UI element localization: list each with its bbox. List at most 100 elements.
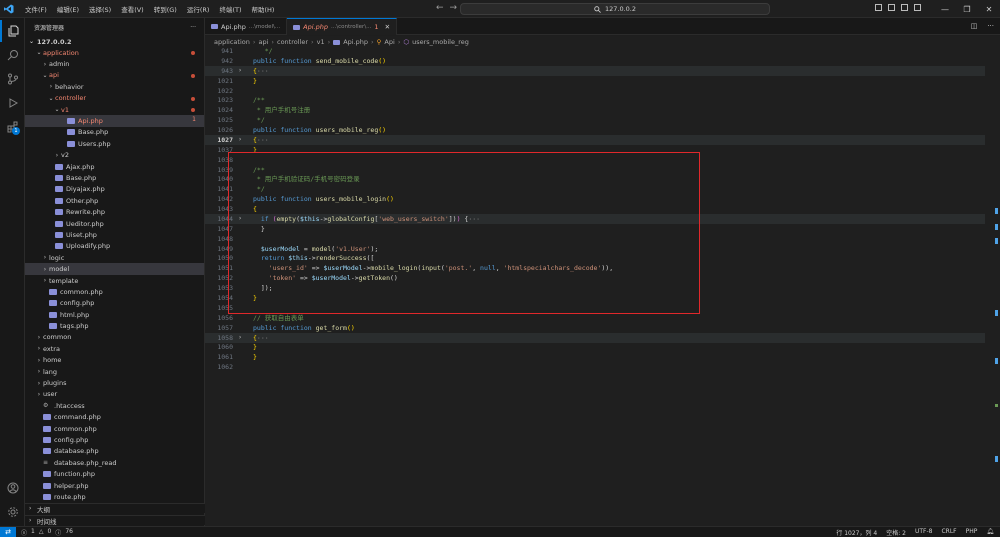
source-control-icon[interactable]	[0, 68, 25, 90]
close-icon[interactable]: ✕	[385, 23, 390, 31]
code-line[interactable]: 1054}	[205, 293, 985, 303]
file-item[interactable]: Base.php	[25, 172, 204, 183]
fold-chevron-icon[interactable]: ›	[236, 333, 244, 343]
file-item[interactable]: tags.php	[25, 320, 204, 331]
code-line[interactable]: 1061}	[205, 352, 985, 362]
tab-controller-api[interactable]: Api.php ...\controller\... 1 ✕	[287, 18, 398, 35]
code-line[interactable]: 1027 › {···	[205, 134, 985, 145]
code-line[interactable]: 1057 public function get_form()	[205, 323, 985, 333]
code-line[interactable]: 1021}	[205, 76, 985, 86]
folder-item[interactable]: ⌄ v1	[25, 104, 204, 115]
folder-item[interactable]: ⌄ controller	[25, 93, 204, 104]
menu-item[interactable]: 查看(V)	[116, 4, 149, 14]
notifications-bell-icon[interactable]: 🔔︎	[986, 528, 994, 537]
code-line[interactable]: 1023 /**	[205, 95, 985, 105]
tab-model-api[interactable]: Api.php ...\model\...	[205, 18, 288, 35]
code-line[interactable]: 1025 */	[205, 115, 985, 125]
breadcrumb-item[interactable]: users_mobile_reg	[412, 38, 469, 46]
folder-item[interactable]: › model	[25, 263, 204, 275]
code-line[interactable]: 1042 public function users_mobile_login()	[205, 194, 985, 204]
search-icon[interactable]	[0, 44, 25, 66]
file-item[interactable]: Ajax.php	[25, 161, 204, 172]
back-arrow-icon[interactable]: ←	[436, 3, 444, 13]
code-line[interactable]: 1038	[205, 155, 985, 165]
file-item[interactable]: html.php	[25, 309, 204, 320]
code-line[interactable]: 1056 // 获取自由表单	[205, 313, 985, 323]
toggle-sidebar-icon[interactable]	[875, 4, 882, 11]
problems-indicator[interactable]: ⓧ 1 △ 0 ⓘ 76	[21, 528, 73, 537]
file-item[interactable]: route.php	[25, 491, 204, 502]
file-item[interactable]: common.php	[25, 286, 204, 297]
folder-item[interactable]: › behavior	[25, 81, 204, 92]
folder-item[interactable]: › admin	[25, 58, 204, 69]
folder-item[interactable]: › user	[25, 389, 204, 400]
menu-item[interactable]: 文件(F)	[20, 4, 52, 14]
code-line[interactable]: 1052 'token' => $userModel->getToken()	[205, 273, 985, 283]
code-line[interactable]: 1048	[205, 234, 985, 244]
breadcrumb-item[interactable]: api	[258, 38, 268, 46]
account-icon[interactable]	[0, 477, 25, 499]
code-line[interactable]: 1044 › if (empty($this->globalConfig['web…	[205, 213, 985, 224]
code-line[interactable]: 1039 /**	[205, 165, 985, 175]
eol[interactable]: CRLF	[941, 528, 956, 537]
file-item[interactable]: Ueditor.php	[25, 218, 204, 229]
settings-gear-icon[interactable]	[0, 501, 25, 523]
file-item[interactable]: function.php	[25, 468, 204, 479]
file-item[interactable]: helper.php	[25, 480, 204, 491]
explorer-icon[interactable]	[0, 20, 25, 42]
more-actions-icon[interactable]: ···	[987, 22, 994, 30]
toggle-panel-icon[interactable]	[888, 4, 895, 11]
file-item[interactable]: Api.php 1	[25, 115, 204, 127]
fold-chevron-icon[interactable]: ›	[236, 135, 244, 145]
folder-item[interactable]: › home	[25, 355, 204, 366]
folder-item[interactable]: › common	[25, 332, 204, 343]
workspace-root[interactable]: ⌄ 127.0.0.2	[25, 36, 204, 47]
outline-section[interactable]: › 大纲	[25, 503, 205, 514]
file-item[interactable]: Uiset.php	[25, 229, 204, 240]
minimize-button[interactable]: —	[934, 0, 956, 18]
timeline-section[interactable]: › 时间线	[25, 515, 205, 526]
code-line[interactable]: 942 public function send_mobile_code()	[205, 56, 985, 66]
folder-item[interactable]: ⌄ application	[25, 47, 204, 58]
code-line[interactable]: 1040 * 用户手机验证码/手机号密码登录	[205, 174, 985, 184]
file-item[interactable]: Rewrite.php	[25, 206, 204, 217]
file-item[interactable]: config.php	[25, 298, 204, 309]
code-line[interactable]: 1024 * 用户手机号注册	[205, 105, 985, 115]
toggle-secondary-sidebar-icon[interactable]	[901, 4, 908, 11]
breadcrumb-item[interactable]: v1	[317, 38, 325, 46]
folder-item[interactable]: › extra	[25, 343, 204, 354]
code-line[interactable]: 1041 */	[205, 184, 985, 194]
folder-item[interactable]: › template	[25, 275, 204, 286]
folder-item[interactable]: › v2	[25, 150, 204, 161]
code-line[interactable]: 943 › {···	[205, 65, 985, 76]
code-line[interactable]: 1026 public function users_mobile_reg()	[205, 125, 985, 135]
menu-item[interactable]: 编辑(E)	[52, 4, 84, 14]
remote-indicator-icon[interactable]: ⇄	[0, 526, 16, 537]
command-center-search[interactable]: 127.0.0.2	[460, 3, 770, 15]
breadcrumb-item[interactable]: Api.php	[343, 38, 368, 46]
fold-chevron-icon[interactable]: ›	[236, 66, 244, 76]
language-mode[interactable]: PHP	[966, 528, 978, 537]
breadcrumb-item[interactable]: application	[214, 38, 250, 46]
file-item[interactable]: config.php	[25, 434, 204, 445]
fold-chevron-icon[interactable]: ›	[236, 214, 244, 224]
code-line[interactable]: 941 */	[205, 46, 985, 56]
forward-arrow-icon[interactable]: →	[450, 3, 458, 13]
file-item[interactable]: command.php	[25, 412, 204, 423]
customize-layout-icon[interactable]	[914, 4, 921, 11]
code-line[interactable]: 1050 return $this->renderSuccess([	[205, 253, 985, 263]
folder-item[interactable]: ⌄ api	[25, 70, 204, 81]
code-line[interactable]: 1051 'users_id' => $userModel->mobile_lo…	[205, 263, 985, 273]
maximize-button[interactable]: ❐	[956, 0, 978, 18]
explorer-more-button[interactable]: ···	[190, 24, 196, 31]
indentation[interactable]: 空格: 2	[886, 528, 906, 537]
menu-item[interactable]: 转到(G)	[149, 4, 182, 14]
file-item[interactable]: Other.php	[25, 195, 204, 206]
close-window-button[interactable]: ✕	[978, 0, 1000, 18]
code-line[interactable]: 1049 $userModel = model('v1.User');	[205, 244, 985, 254]
code-line[interactable]: 1060}	[205, 342, 985, 352]
code-line[interactable]: 1053 ]);	[205, 283, 985, 293]
extensions-icon[interactable]: 1	[0, 116, 25, 138]
code-line[interactable]: 1055	[205, 303, 985, 313]
folder-item[interactable]: › logic	[25, 252, 204, 263]
